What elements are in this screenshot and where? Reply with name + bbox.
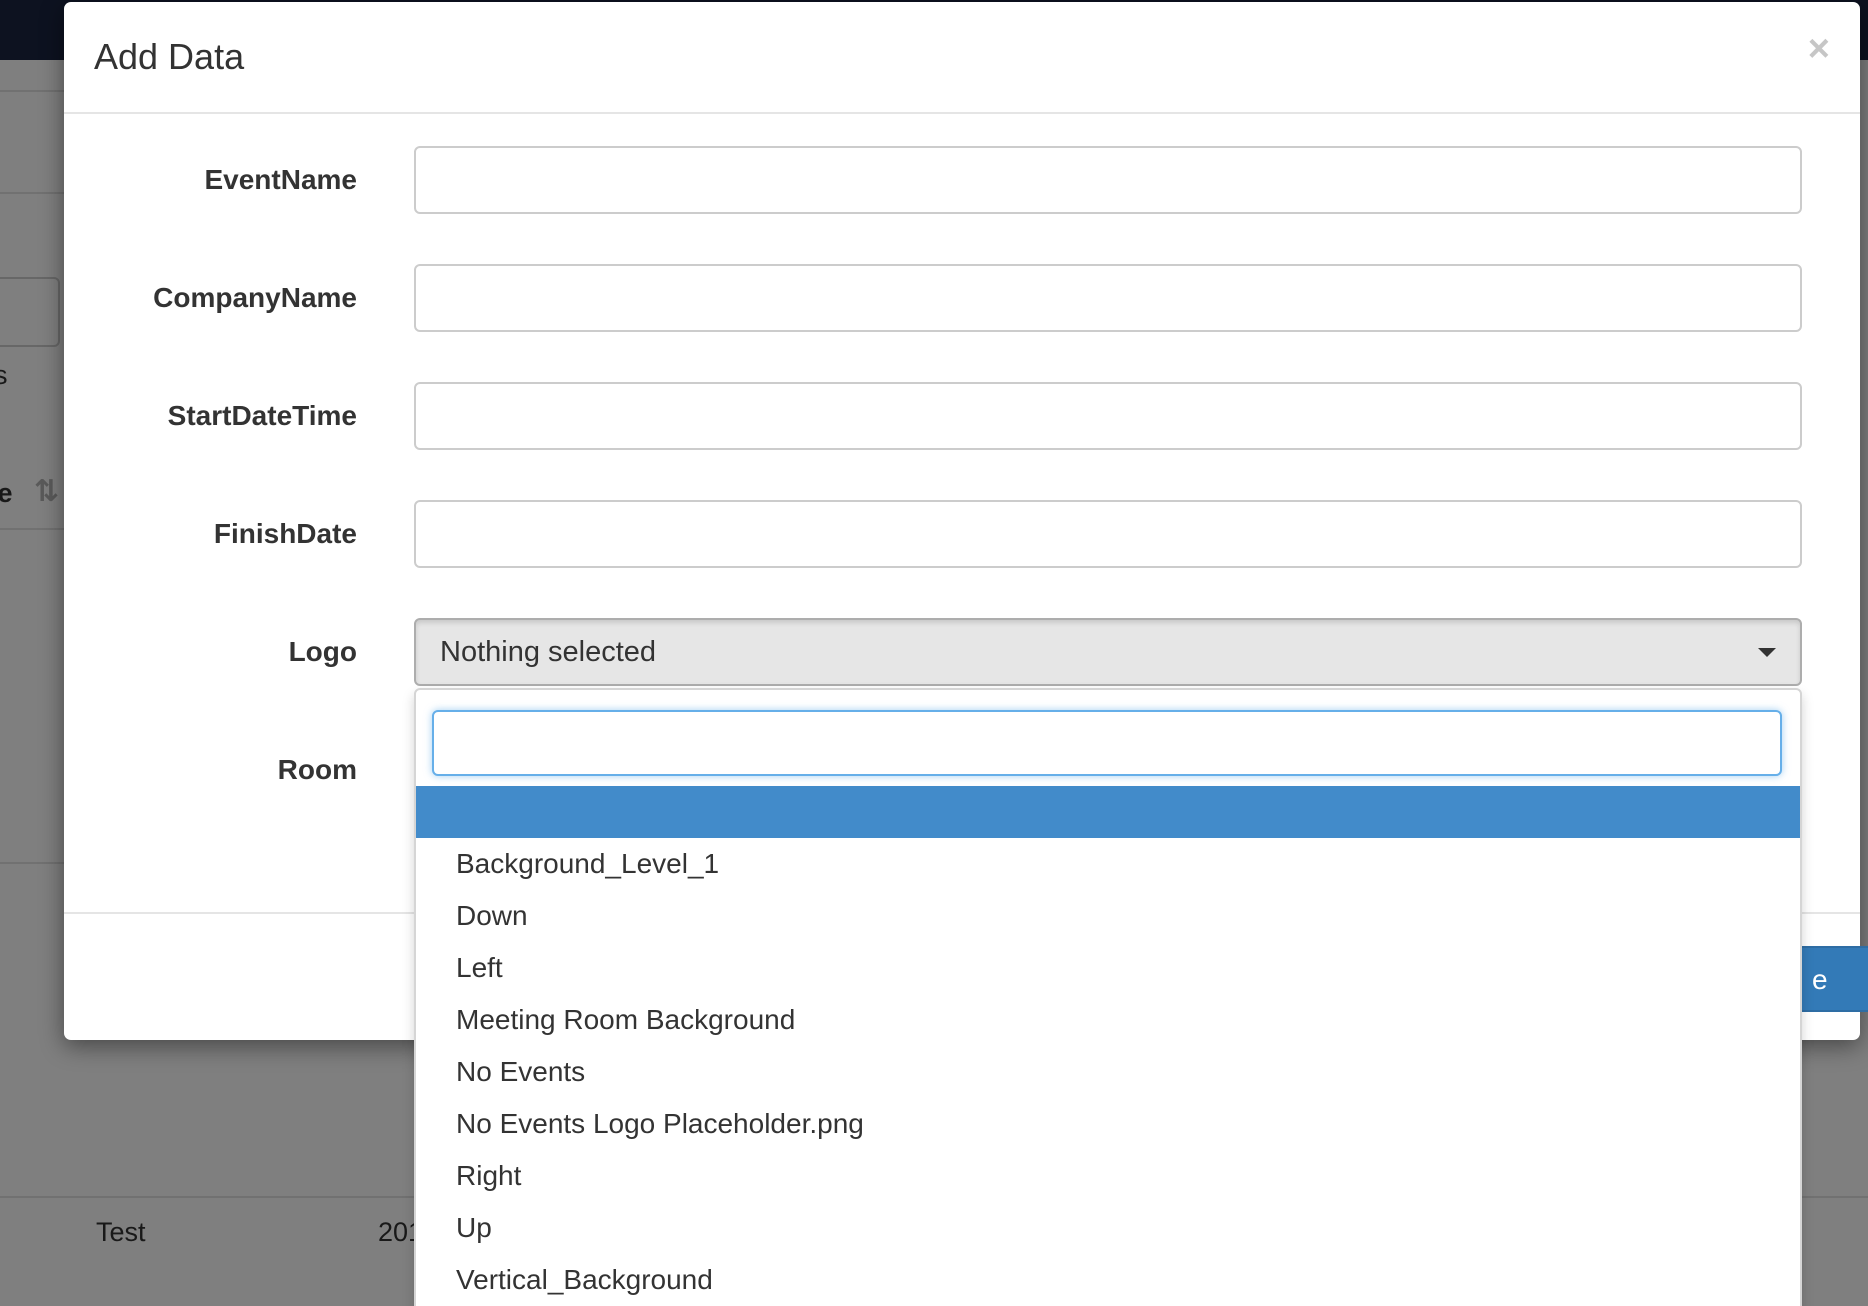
modal-title: Add Data (94, 36, 245, 77)
caret-down-icon (1758, 648, 1776, 657)
logo-option[interactable]: Left (416, 942, 1800, 994)
logo-option[interactable]: Up (416, 1202, 1800, 1254)
logo-dropdown-menu: Background_Level_1 Down Left Meeting Room B… (414, 688, 1802, 1306)
finish-date-label: FinishDate (213, 518, 357, 549)
logo-option[interactable]: Vertical_Background (416, 1254, 1800, 1306)
start-date-time-label: StartDateTime (167, 400, 357, 431)
logo-option[interactable]: No Events (416, 1046, 1800, 1098)
logo-selected-text: Nothing selected (440, 636, 657, 668)
save-button[interactable]: e (1794, 946, 1868, 1012)
logo-label: Logo (288, 636, 357, 667)
logo-option[interactable]: Right (416, 1150, 1800, 1202)
finish-date-input[interactable] (414, 500, 1802, 568)
company-name-input[interactable] (414, 264, 1802, 332)
logo-option[interactable]: Down (416, 890, 1800, 942)
logo-option[interactable] (416, 786, 1800, 838)
modal-header: Add Data × (64, 2, 1860, 114)
close-icon[interactable]: × (1808, 30, 1830, 68)
logo-option[interactable]: Background_Level_1 (416, 838, 1800, 890)
company-name-label: CompanyName (153, 282, 357, 313)
company-name-row: CompanyName (64, 264, 1860, 332)
logo-row: Logo Nothing selected (64, 618, 1860, 686)
logo-option[interactable]: Meeting Room Background (416, 994, 1800, 1046)
room-label: Room (277, 754, 357, 785)
logo-search-input[interactable] (432, 710, 1782, 776)
save-button-label: e (1812, 964, 1828, 995)
event-name-label: EventName (204, 164, 357, 195)
event-name-row: EventName (64, 146, 1860, 214)
event-name-input[interactable] (414, 146, 1802, 214)
logo-options-list: Background_Level_1 Down Left Meeting Room B… (416, 786, 1800, 1306)
page: s le ⇅ Test 201 Add Data × EventName Com… (0, 0, 1868, 1306)
logo-option[interactable]: No Events Logo Placeholder.png (416, 1098, 1800, 1150)
logo-select-button[interactable]: Nothing selected (414, 618, 1802, 686)
finish-date-row: FinishDate (64, 500, 1860, 568)
start-date-time-row: StartDateTime (64, 382, 1860, 450)
start-date-time-input[interactable] (414, 382, 1802, 450)
